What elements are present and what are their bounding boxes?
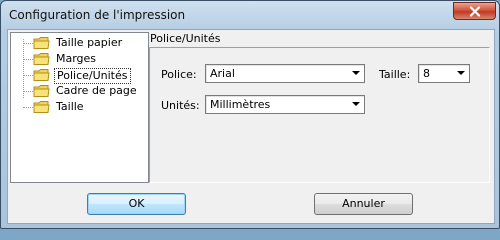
title-bar[interactable]: Configuration de l'impression bbox=[1, 1, 499, 29]
close-button[interactable] bbox=[453, 2, 496, 20]
tree-item-label-selected: Police/Unités bbox=[54, 68, 131, 84]
police-dropdown[interactable]: Arial bbox=[205, 64, 365, 83]
tree-item-label: Taille bbox=[56, 100, 84, 113]
police-value: Arial bbox=[210, 67, 235, 80]
dialog-client-area: Taille papier Marges Police/Unités Cadre… bbox=[7, 29, 495, 224]
taille-label: Taille: bbox=[379, 68, 411, 81]
taille-dropdown[interactable]: 8 bbox=[418, 64, 470, 83]
folder-icon bbox=[33, 101, 50, 113]
settings-panel: Police: Arial Taille: 8 Unités: Millimèt… bbox=[149, 47, 490, 183]
tree-item-label: Taille papier bbox=[56, 36, 123, 49]
unites-value: Millimètres bbox=[210, 98, 271, 111]
tree-item-label: Cadre de page bbox=[56, 84, 137, 97]
dropdown-arrow-icon bbox=[352, 71, 360, 75]
dialog-window: Configuration de l'impression Taille pap… bbox=[0, 0, 500, 229]
panel-title: Police/Unités bbox=[150, 32, 221, 45]
unites-label: Unités: bbox=[161, 99, 200, 112]
folder-icon bbox=[33, 37, 50, 49]
unites-dropdown[interactable]: Millimètres bbox=[205, 95, 365, 114]
dropdown-arrow-icon bbox=[352, 102, 360, 106]
ok-button[interactable]: OK bbox=[87, 193, 186, 215]
settings-tree[interactable]: Taille papier Marges Police/Unités Cadre… bbox=[10, 32, 149, 183]
tree-item-label: Marges bbox=[56, 52, 97, 65]
close-icon bbox=[469, 5, 480, 17]
tree-connector-line bbox=[23, 39, 24, 98]
taille-value: 8 bbox=[423, 67, 430, 80]
cancel-button[interactable]: Annuler bbox=[314, 193, 413, 215]
folder-icon bbox=[33, 53, 50, 65]
dropdown-arrow-icon bbox=[457, 71, 465, 75]
window-title: Configuration de l'impression bbox=[9, 8, 186, 22]
folder-icon bbox=[33, 85, 50, 97]
police-label: Police: bbox=[161, 68, 197, 81]
folder-icon bbox=[33, 69, 50, 81]
